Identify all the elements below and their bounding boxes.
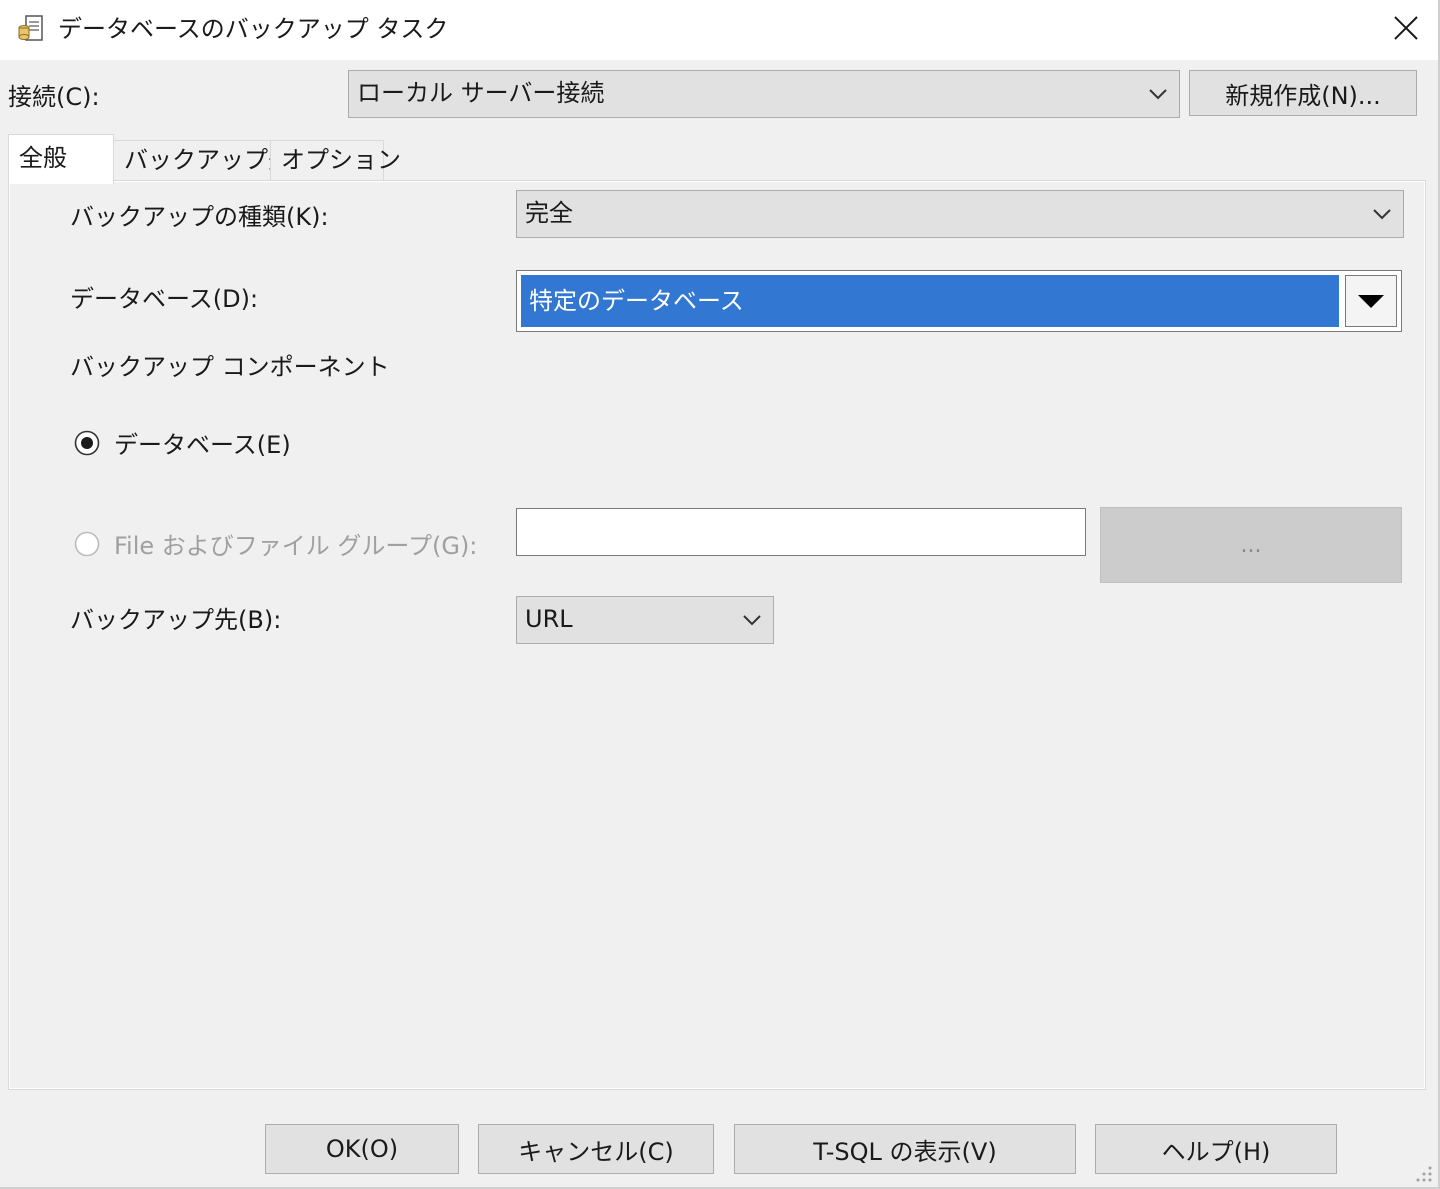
- ok-button[interactable]: OK(O): [265, 1124, 459, 1174]
- chevron-down-icon: [1373, 209, 1391, 220]
- radio-database-label[interactable]: データベース(E): [114, 428, 291, 462]
- database-dropdown-button[interactable]: [1345, 275, 1397, 327]
- radio-files-label[interactable]: File およびファイル グループ(G):: [114, 529, 477, 563]
- window-title: データベースのバックアップ タスク: [58, 15, 449, 43]
- backup-type-label: バックアップの種類(K):: [70, 203, 329, 231]
- help-button[interactable]: ヘルプ(H): [1095, 1124, 1337, 1174]
- chevron-down-icon: [743, 615, 761, 626]
- backup-task-dialog: データベースのバックアップ タスク 接続(C): ローカル サーバー接続 新規作…: [0, 0, 1440, 1189]
- connection-label: 接続(C):: [8, 83, 100, 111]
- destination-value: URL: [525, 605, 573, 633]
- database-label: データベース(D):: [70, 285, 259, 313]
- destination-select[interactable]: URL: [516, 596, 774, 644]
- backup-type-value: 完全: [525, 199, 573, 227]
- destination-label: バックアップ先(B):: [70, 606, 282, 634]
- cancel-button[interactable]: キャンセル(C): [478, 1124, 714, 1174]
- backup-type-select[interactable]: 完全: [516, 190, 1404, 238]
- triangle-down-icon: [1358, 295, 1384, 308]
- database-select[interactable]: 特定のデータベース: [516, 270, 1402, 332]
- new-connection-button[interactable]: 新規作成(N)...: [1189, 70, 1417, 116]
- radio-files[interactable]: [74, 531, 100, 557]
- title-bar: データベースのバックアップ タスク: [0, 0, 1438, 60]
- resize-grip-icon[interactable]: [1410, 1160, 1434, 1184]
- close-button[interactable]: [1384, 8, 1428, 48]
- tab-general[interactable]: 全般: [8, 134, 114, 184]
- connection-select[interactable]: ローカル サーバー接続: [348, 70, 1180, 118]
- close-icon: [1394, 16, 1418, 40]
- tab-destination[interactable]: バックアップ先: [113, 140, 292, 182]
- connection-select-value: ローカル サーバー接続: [357, 79, 605, 107]
- radio-database[interactable]: [74, 430, 100, 456]
- database-select-value: 特定のデータベース: [521, 275, 1339, 327]
- files-textbox[interactable]: [516, 508, 1086, 556]
- backup-task-icon: [16, 12, 48, 44]
- browse-files-button[interactable]: ...: [1100, 507, 1402, 583]
- chevron-down-icon: [1149, 89, 1167, 100]
- tab-options[interactable]: オプション: [270, 140, 401, 182]
- backup-component-label: バックアップ コンポーネント: [70, 353, 390, 381]
- show-tsql-button[interactable]: T-SQL の表示(V): [734, 1124, 1076, 1174]
